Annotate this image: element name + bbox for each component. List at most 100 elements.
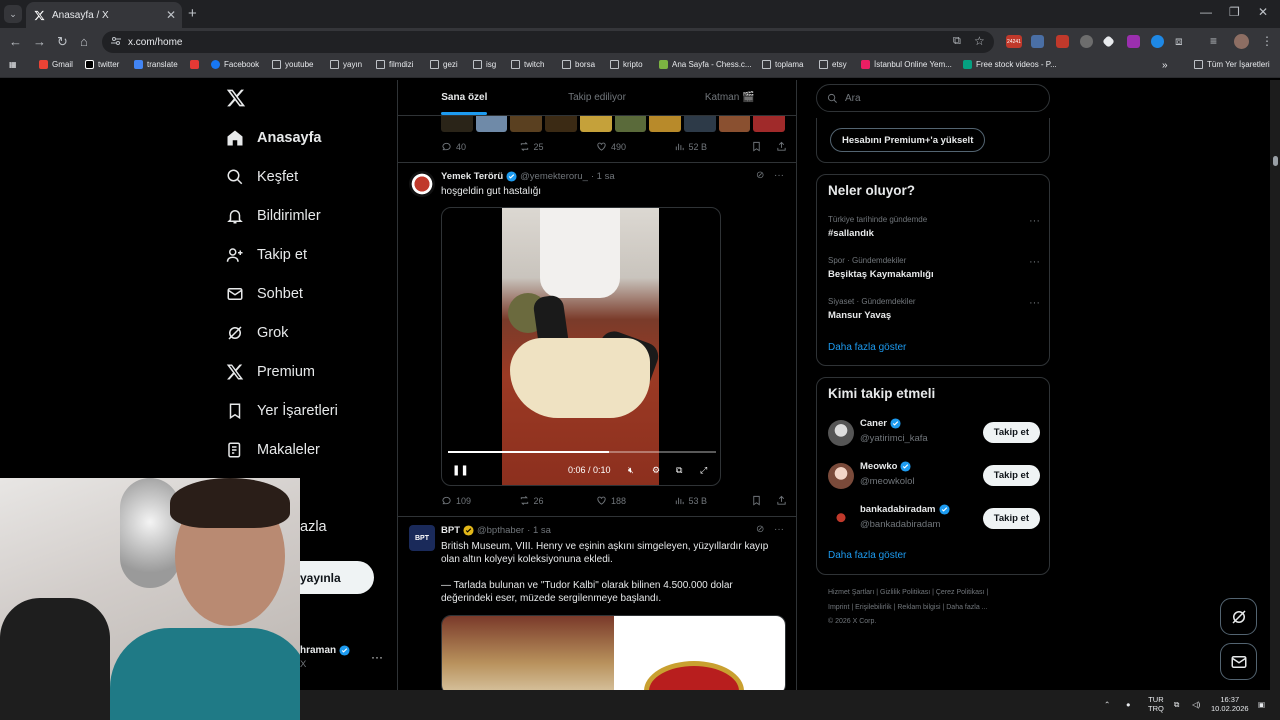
close-window-icon[interactable]: ✕ <box>1258 5 1268 19</box>
bookmark-gmail[interactable]: Gmail <box>39 60 73 69</box>
tab-following[interactable]: Takip ediliyor <box>531 80 664 115</box>
settings-icon[interactable]: ⚙ <box>652 465 660 476</box>
sidebar-item-follow[interactable]: Takip et <box>226 246 307 264</box>
search-input[interactable]: Ara <box>816 84 1050 112</box>
back-icon[interactable]: ← <box>9 34 22 49</box>
tweet-images[interactable] <box>441 615 786 690</box>
bookmark-facebook[interactable]: Facebook <box>211 60 259 69</box>
scrollbar[interactable] <box>1270 80 1280 690</box>
more-icon[interactable]: ··· <box>1029 256 1040 268</box>
reply-button[interactable]: 109 <box>441 495 519 506</box>
trend-item[interactable]: Spor · Gündemdekiler Beşiktaş Kaymakamlığ… <box>828 256 1040 280</box>
grok-icon[interactable]: ⊘ <box>756 170 764 181</box>
messages-floating-button[interactable] <box>1220 643 1257 680</box>
adblock-icon[interactable] <box>1056 35 1069 48</box>
tab-search-button[interactable]: ⌄ <box>4 5 22 23</box>
painting-image[interactable] <box>442 616 614 690</box>
extension-icon[interactable] <box>1080 35 1093 48</box>
reply-button[interactable]: 40 <box>441 141 519 152</box>
bookmark-folder-isg[interactable]: isg <box>473 60 496 69</box>
author-name[interactable]: BPT <box>441 525 460 536</box>
avatar[interactable]: BPT <box>409 525 435 551</box>
bookmark-icon[interactable] <box>751 495 762 506</box>
avatar[interactable] <box>828 463 854 489</box>
avatar[interactable] <box>828 506 854 532</box>
bookmark-folder-filmdizi[interactable]: filmdizi <box>376 60 413 69</box>
network-icon[interactable]: ⧉ <box>1174 700 1179 709</box>
views-button[interactable]: 53 B <box>674 495 752 506</box>
bookmark-folder-borsa[interactable]: borsa <box>562 60 595 69</box>
video-player[interactable]: ❚❚ 0:06 / 0:10 🔇︎ ⚙ ⧉ ⤢ <box>441 207 721 486</box>
mute-icon[interactable]: 🔇︎ <box>628 465 634 476</box>
browser-menu-icon[interactable]: ⋮ <box>1261 34 1273 48</box>
tab-for-you[interactable]: Sana özel <box>398 80 531 115</box>
extension-icon[interactable] <box>1151 35 1164 48</box>
home-browser-icon[interactable]: ⌂ <box>80 34 88 49</box>
more-icon[interactable]: ··· <box>774 170 784 181</box>
follow-button[interactable]: Takip et <box>982 508 1040 529</box>
views-button[interactable]: 52 B <box>674 141 752 152</box>
like-button[interactable]: 188 <box>596 495 674 506</box>
share-icon[interactable] <box>776 141 787 152</box>
sidebar-item-bookmarks[interactable]: Yer İşaretleri <box>226 402 338 420</box>
extension-badge-icon[interactable]: 24241 <box>1006 35 1022 48</box>
grok-icon[interactable]: ⊘ <box>756 524 764 535</box>
bookmark-folder-etsy[interactable]: etsy <box>819 60 847 69</box>
repost-button[interactable]: 26 <box>519 495 597 506</box>
sidebar-item-premium[interactable]: Premium <box>226 363 315 381</box>
fullscreen-icon[interactable]: ⤢ <box>700 465 707 476</box>
upgrade-premium-button[interactable]: Hesabını Premium+'a yükselt <box>830 128 986 152</box>
extension-icon[interactable] <box>1127 35 1140 48</box>
tab-layer[interactable]: Katman 🎬 <box>663 80 796 115</box>
follow-suggestion[interactable]: bankadabiradam @bankadabiradam Takip et <box>828 504 1040 534</box>
author-handle[interactable]: @yemekteroru_ <box>520 171 588 182</box>
trend-item[interactable]: Türkiye tarihinde gündemde #sallandık ··· <box>828 215 1040 239</box>
microphone-icon[interactable]: ● <box>1126 700 1131 709</box>
all-bookmarks[interactable]: Tüm Yer İşaretleri <box>1194 60 1270 69</box>
account-menu-icon[interactable]: ··· <box>371 650 383 664</box>
avatar[interactable] <box>828 420 854 446</box>
bookmark-icon[interactable] <box>751 141 762 152</box>
author-handle[interactable]: @bpthaber <box>477 525 524 536</box>
show-more-who-link[interactable]: Daha fazla göster <box>828 550 906 561</box>
sidebar-item-chat[interactable]: Sohbet <box>226 285 303 303</box>
bookmark-folder-kripto[interactable]: kripto <box>610 60 643 69</box>
tweet-time[interactable]: · 1 sa <box>527 525 551 536</box>
tab-close-icon[interactable]: ✕ <box>166 8 176 22</box>
minimize-icon[interactable]: — <box>1200 5 1212 19</box>
account-name[interactable]: hraman <box>300 645 350 656</box>
address-bar[interactable]: x.com/home <box>102 31 994 53</box>
footer-links[interactable]: Imprint | Erişilebilirlik | Reklam bilgi… <box>828 604 988 611</box>
sidebar-item-grok[interactable]: Grok <box>226 324 288 342</box>
extensions-puzzle-icon[interactable]: ⧈ <box>1175 34 1183 49</box>
bookmark-folder-yayin[interactable]: yayın <box>330 60 362 69</box>
forward-icon[interactable]: → <box>33 34 46 49</box>
bookmark-pexels[interactable]: Free stock videos - P... <box>963 60 1057 69</box>
sidebar-item-home[interactable]: Anasayfa <box>226 129 321 147</box>
bookmark-folder-twitch[interactable]: twitch <box>511 60 544 69</box>
browser-tab[interactable]: Anasayfa / X ✕ <box>26 2 182 28</box>
language-indicator[interactable]: TUR TRQ <box>1148 695 1164 713</box>
bookmark-folder-toplama[interactable]: toplama <box>762 60 803 69</box>
site-info-icon[interactable] <box>111 36 121 46</box>
video-progress-bar[interactable] <box>448 451 716 453</box>
avatar[interactable] <box>409 171 435 197</box>
sidebar-item-explore[interactable]: Keşfet <box>226 168 298 186</box>
bookmark-star-icon[interactable]: ☆ <box>974 34 985 48</box>
necklace-image[interactable] <box>613 616 785 690</box>
author-name[interactable]: Yemek Terörü <box>441 171 503 182</box>
scrollbar-thumb[interactable] <box>1273 156 1278 166</box>
clock[interactable]: 16:37 10.02.2026 <box>1211 695 1249 713</box>
extension-icon[interactable] <box>1031 35 1044 48</box>
tweet-time[interactable]: · 1 sa <box>591 171 615 182</box>
follow-suggestion[interactable]: Caner @yatirimci_kafa Takip et <box>828 418 1040 448</box>
bookmark-folder-gezi[interactable]: gezi <box>430 60 458 69</box>
volume-icon[interactable]: ◁) <box>1192 700 1200 709</box>
reading-list-icon[interactable]: ≡ <box>1210 34 1217 48</box>
sidebar-item-articles[interactable]: Makaleler <box>226 441 320 459</box>
bookmark-chess[interactable]: Ana Sayfa - Chess.c... <box>659 60 752 69</box>
grok-floating-button[interactable] <box>1220 598 1257 635</box>
more-icon[interactable]: ··· <box>1029 297 1040 309</box>
more-bookmarks-icon[interactable]: » <box>1162 60 1168 71</box>
bookmark-translate[interactable]: translate <box>134 60 178 69</box>
